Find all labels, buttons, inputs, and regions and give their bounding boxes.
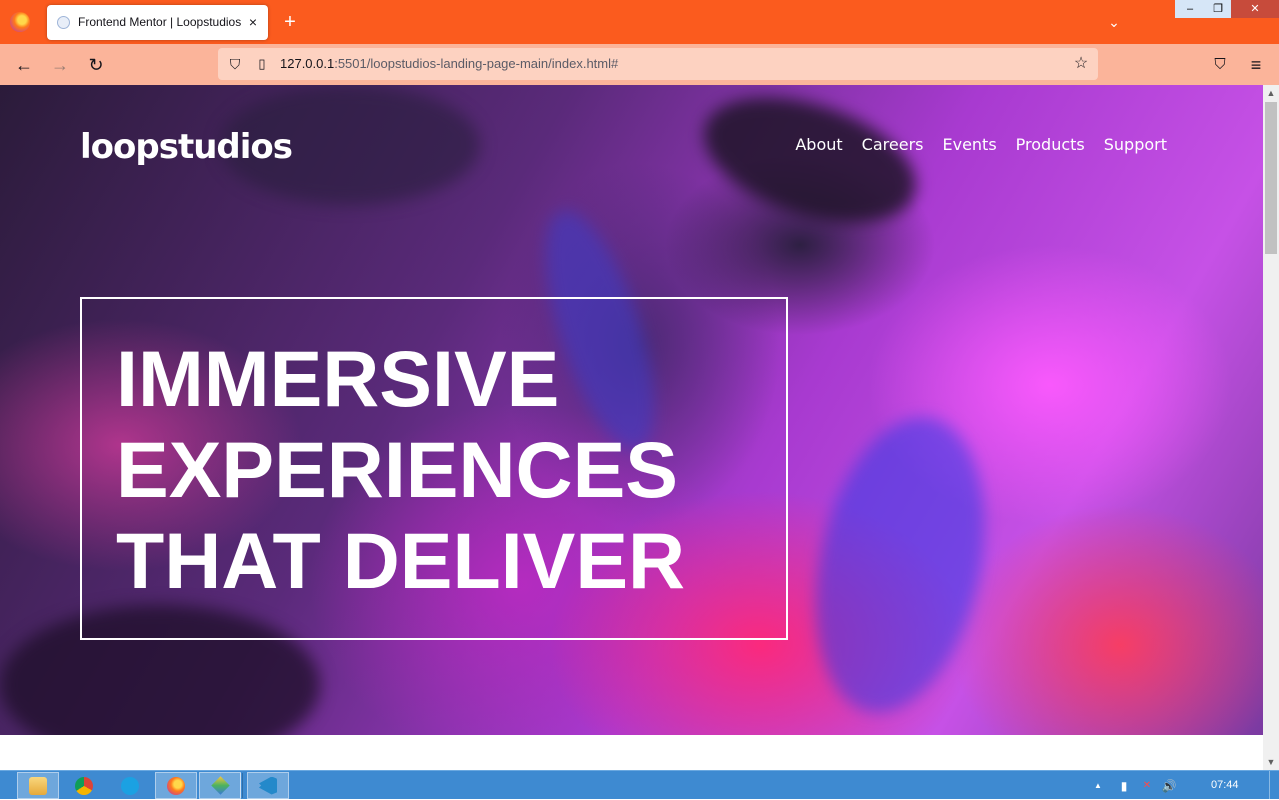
window-restore-button[interactable]: ❐ — [1205, 0, 1231, 18]
kite-app-icon — [210, 776, 230, 795]
hero-image-shape — [790, 401, 1010, 729]
firefox-menu-icon[interactable] — [10, 12, 30, 32]
taskbar-internet-explorer[interactable] — [109, 772, 151, 799]
vertical-scrollbar[interactable]: ▲ ▼ — [1263, 85, 1279, 770]
tracking-shield-icon[interactable]: ⛉ — [226, 55, 244, 73]
new-tab-icon[interactable]: + — [280, 11, 300, 33]
taskbar-explorer[interactable] — [17, 772, 59, 799]
show-desktop-button[interactable] — [1269, 771, 1279, 800]
nav-link-about[interactable]: About — [795, 135, 842, 154]
nav-link-events[interactable]: Events — [942, 135, 996, 154]
scroll-thumb[interactable] — [1265, 102, 1277, 254]
tab-close-icon[interactable]: × — [244, 13, 262, 31]
pocket-icon[interactable]: ⛉ — [1209, 54, 1231, 76]
nav-link-support[interactable]: Support — [1104, 135, 1167, 154]
taskbar-chrome[interactable] — [63, 772, 105, 799]
url-bar[interactable]: ⛉ ▯ 127.0.0.1:5501/loopstudios-landing-p… — [218, 48, 1098, 80]
main-nav: About Careers Events Products Support — [795, 135, 1167, 154]
tab-strip: Frontend Mentor | Loopstudios landing pa… — [0, 0, 1279, 44]
url-path: :5501/loopstudios-landing-page-main/inde… — [334, 56, 619, 71]
hero-image-shape — [688, 85, 932, 247]
firefox-icon — [167, 776, 185, 795]
nav-link-careers[interactable]: Careers — [862, 135, 924, 154]
window-close-button[interactable]: ✕ — [1231, 0, 1279, 18]
hero-section: loopstudios About Careers Events Product… — [0, 85, 1263, 735]
chrome-icon — [75, 776, 93, 795]
back-arrow-icon[interactable]: ← — [13, 54, 35, 76]
site-logo[interactable]: loopstudios — [80, 127, 293, 167]
taskbar-vscode[interactable] — [247, 772, 289, 799]
hero-headline-box: IMMERSIVE EXPERIENCES THAT DELIVER — [80, 297, 788, 640]
page-viewport: loopstudios About Careers Events Product… — [0, 85, 1263, 770]
hero-headline-line-1: IMMERSIVE — [116, 334, 560, 423]
scroll-down-arrow-icon[interactable]: ▼ — [1263, 754, 1279, 770]
folder-icon — [29, 776, 47, 795]
reload-icon[interactable]: ↻ — [85, 54, 107, 76]
taskbar-kite[interactable] — [199, 772, 241, 799]
nav-link-products[interactable]: Products — [1016, 135, 1085, 154]
tab-favicon-icon — [57, 16, 70, 29]
bookmark-star-icon[interactable]: ☆ — [1071, 54, 1091, 74]
url-text[interactable]: 127.0.0.1:5501/loopstudios-landing-page-… — [280, 56, 618, 71]
browser-toolbar: ← → ↻ ⛉ ▯ 127.0.0.1:5501/loopstudios-lan… — [0, 44, 1279, 85]
browser-tab[interactable]: Frontend Mentor | Loopstudios landing pa… — [47, 5, 268, 40]
forward-arrow-icon[interactable]: → — [49, 54, 71, 76]
url-host: 127.0.0.1 — [280, 56, 335, 71]
taskbar-clock[interactable]: 07:44 — [1211, 779, 1239, 791]
window-minimize-button[interactable]: – — [1175, 0, 1205, 18]
page-info-icon[interactable]: ▯ — [254, 55, 270, 73]
hamburger-menu-icon[interactable]: ≡ — [1245, 54, 1267, 76]
tab-list-icon[interactable]: ⌄ — [1104, 11, 1124, 33]
taskbar-firefox[interactable] — [155, 772, 197, 799]
taskbar-separator — [240, 773, 243, 798]
vscode-icon — [259, 776, 277, 795]
hero-headline-line-3: THAT DELIVER — [116, 516, 686, 605]
internet-explorer-icon — [121, 776, 139, 795]
hero-headline-line-2: EXPERIENCES — [116, 425, 678, 514]
tab-title: Frontend Mentor | Loopstudios landing pa… — [78, 15, 242, 29]
network-disconnected-icon[interactable]: ✕ — [1138, 778, 1156, 794]
windows-taskbar: ▲ ▮ ✕ 🔊 07:44 — [0, 770, 1279, 800]
tray-overflow-icon[interactable]: ▲ — [1092, 778, 1104, 794]
scroll-up-arrow-icon[interactable]: ▲ — [1263, 85, 1279, 101]
volume-icon[interactable]: 🔊 — [1160, 778, 1178, 794]
battery-icon[interactable]: ▮ — [1118, 778, 1130, 794]
